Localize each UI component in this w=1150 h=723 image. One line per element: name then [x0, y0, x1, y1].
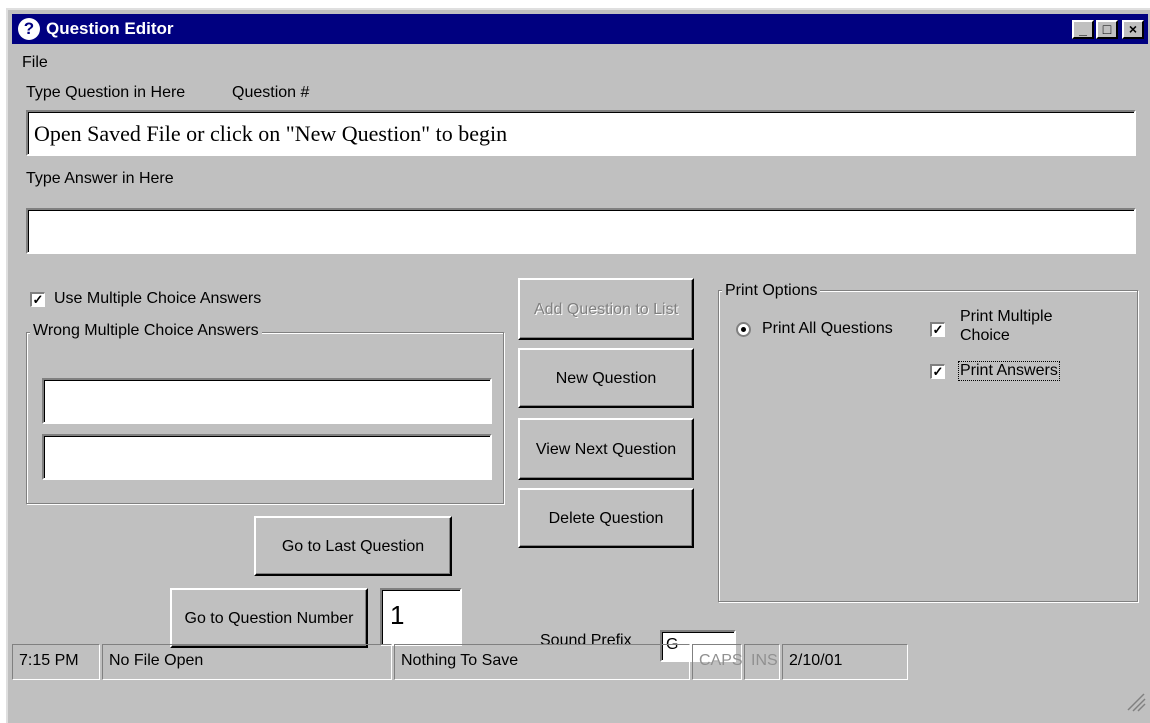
go-to-question-number-button[interactable]: Go to Question Number [170, 588, 368, 648]
question-icon: ? [18, 18, 40, 40]
window-title: Question Editor [46, 19, 174, 38]
close-icon[interactable]: × [1122, 20, 1144, 39]
question-input[interactable]: Open Saved File or click on "New Questio… [26, 110, 1136, 156]
multiple-choice-checkbox[interactable]: ✓ [30, 292, 45, 307]
maximize-icon[interactable]: □ [1096, 20, 1118, 39]
question-editor-window: ? Question Editor _ □ × File Type Questi… [6, 8, 1150, 723]
status-date: 2/10/01 [782, 644, 908, 680]
add-question-button[interactable]: Add Question to List [518, 278, 694, 340]
status-file: No File Open [102, 644, 392, 680]
multiple-choice-label: Use Multiple Choice Answers [54, 290, 262, 307]
delete-question-button[interactable]: Delete Question [518, 488, 694, 548]
minimize-icon[interactable]: _ [1072, 20, 1094, 39]
status-save: Nothing To Save [394, 644, 690, 680]
print-all-questions-label: Print All Questions [762, 320, 893, 337]
print-options-label: Print Options [722, 282, 821, 300]
wrong-answers-label: Wrong Multiple Choice Answers [30, 322, 262, 340]
title-bar[interactable]: ? Question Editor _ □ × [12, 14, 1148, 44]
print-answers-checkbox[interactable]: ✓ [930, 364, 945, 379]
view-next-question-button[interactable]: View Next Question [518, 418, 694, 480]
go-to-last-question-button[interactable]: Go to Last Question [254, 516, 452, 576]
wrong-answer-input-2[interactable] [42, 434, 492, 480]
question-label: Type Question in Here [26, 84, 186, 101]
print-answers-label: Print Answers [958, 361, 1060, 381]
status-caps: CAPS [692, 644, 743, 680]
resize-grip-icon[interactable] [1124, 690, 1146, 712]
status-ins: INS [744, 644, 780, 680]
answer-label: Type Answer in Here [26, 170, 174, 187]
question-number-label: Question # [232, 84, 310, 101]
print-all-questions-radio[interactable] [736, 322, 751, 337]
menu-file[interactable]: File [22, 54, 48, 72]
answer-input[interactable] [26, 208, 1136, 254]
radio-dot-icon [741, 327, 746, 332]
new-question-button[interactable]: New Question [518, 348, 694, 408]
wrong-answer-input-1[interactable] [42, 378, 492, 424]
print-multiple-choice-label: Print Multiple Choice [960, 308, 1053, 344]
status-time: 7:15 PM [12, 644, 100, 680]
print-multiple-choice-checkbox[interactable]: ✓ [930, 322, 945, 337]
question-number-input[interactable]: 1 [380, 588, 462, 646]
